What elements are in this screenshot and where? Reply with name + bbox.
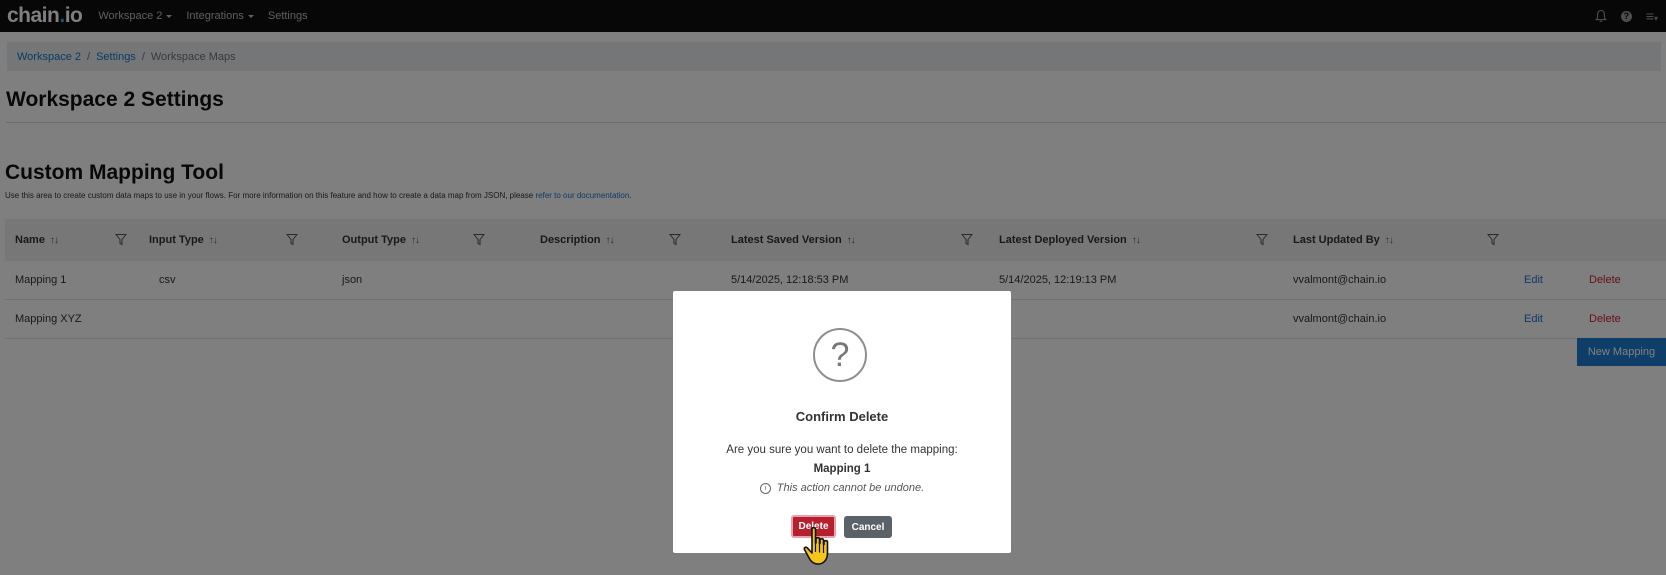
dialog-title: Confirm Delete [795,409,889,424]
dialog-warning: i This action cannot be undone. [673,482,1011,494]
dialog-message: Are you sure you want to delete the mapp… [726,444,958,456]
cancel-button[interactable]: Cancel [844,516,892,538]
question-icon: ? [813,328,867,382]
hand-pointer-cursor-icon [803,526,829,565]
dialog-mapping-name: Mapping 1 [813,463,871,475]
confirm-delete-dialog: ? Confirm Delete Are you sure you want t… [673,291,1011,553]
dialog-warning-text: This action cannot be undone. [776,482,925,494]
info-icon: i [759,482,771,494]
